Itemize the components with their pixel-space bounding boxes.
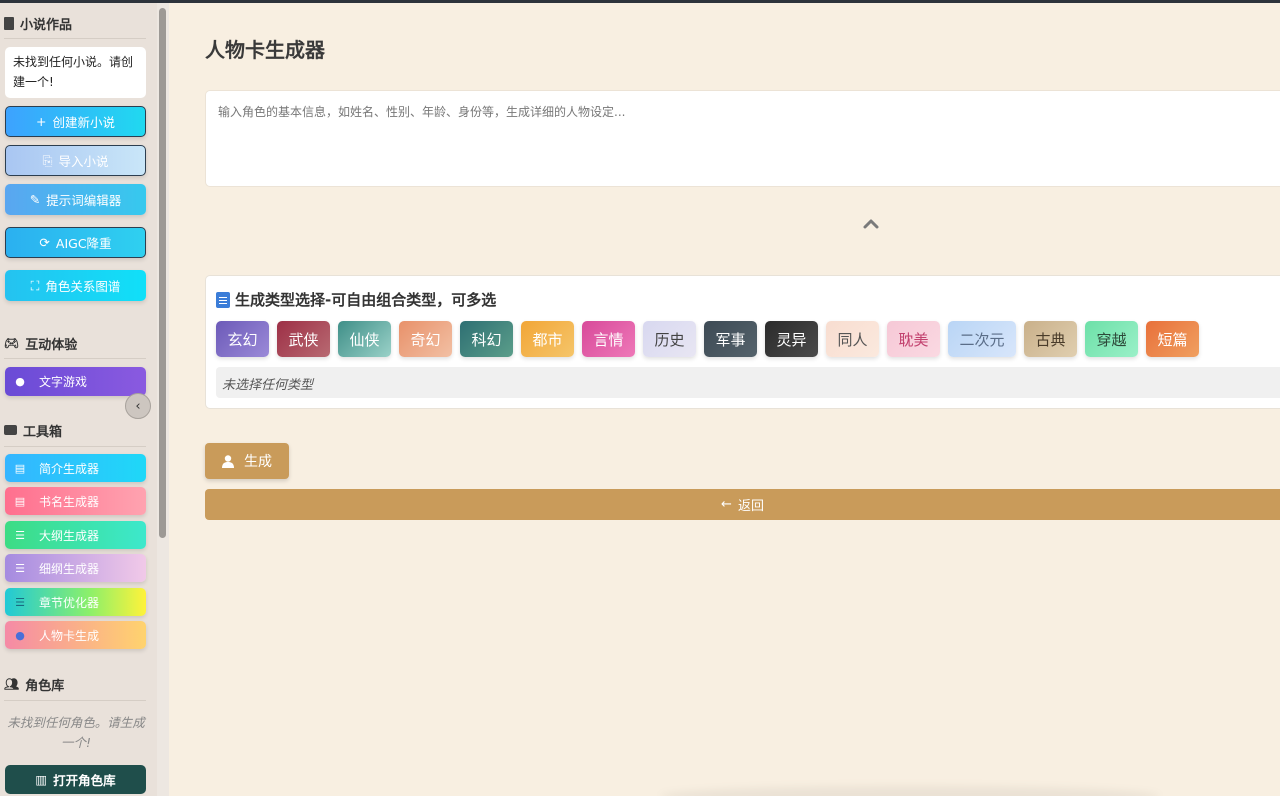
file-import-icon: ⎘ <box>42 152 53 168</box>
users-icon: 👥︎ <box>4 677 20 691</box>
no-novels-notice: 未找到任何小说。请创建一个! <box>5 47 146 98</box>
user-icon <box>222 454 234 468</box>
character-graph-button[interactable]: ⛶ 角色关系图谱 <box>5 270 146 301</box>
open-role-library-button[interactable]: ▥ 打开角色库 <box>5 765 146 794</box>
genre-chip-qihuan[interactable]: 奇幻 <box>399 321 452 357</box>
divider <box>4 358 146 359</box>
plus-icon: + <box>36 114 47 129</box>
aigc-rewrite-button[interactable]: ⟳ AIGC降重 <box>5 227 146 258</box>
genre-chip-lingyi[interactable]: 灵异 <box>765 321 818 357</box>
selected-genres-status: 未选择任何类型 <box>216 367 1280 398</box>
file-icon: ▤ <box>14 461 26 475</box>
file-plus-icon: ▤ <box>14 494 26 508</box>
input-placeholder: 输入角色的基本信息，如姓名、性别、年龄、身份等，生成详细的人物设定... <box>218 105 626 119</box>
chevron-left-icon: ‹ <box>135 398 141 414</box>
generate-button[interactable]: 生成 <box>205 443 289 479</box>
bars-icon: ☰ <box>15 595 25 609</box>
genre-chip-tongren[interactable]: 同人 <box>826 321 879 357</box>
genre-chip-xuanhuan[interactable]: 玄幻 <box>216 321 269 357</box>
edit-icon: ✎ <box>29 192 41 207</box>
gamepad-icon: ● <box>15 375 25 388</box>
tool-outline-generator[interactable]: ☰ 大纲生成器 <box>5 521 146 549</box>
no-roles-notice: 未找到任何角色。请生成一个! <box>7 715 145 750</box>
section-novels: 小说作品 <box>4 12 72 34</box>
genre-chips: 玄幻 武侠 仙侠 奇幻 科幻 都市 言情 历史 军事 灵异 同人 耽美 二次元 … <box>216 321 1199 357</box>
sitemap-icon: ⛶ <box>30 277 40 293</box>
tool-chapter-optimizer[interactable]: ☰ 章节优化器 <box>5 588 146 616</box>
back-button[interactable]: ← 返回 <box>205 489 1280 520</box>
genre-chip-lishi[interactable]: 历史 <box>643 321 696 357</box>
divider <box>4 700 146 701</box>
genre-chip-junshi[interactable]: 军事 <box>704 321 757 357</box>
book-open-icon: ▥ <box>35 772 48 787</box>
genre-chip-yanqing[interactable]: 言情 <box>582 321 635 357</box>
prompt-editor-button[interactable]: ✎ 提示词编辑器 <box>5 184 146 215</box>
list-icon: ☰ <box>15 528 25 542</box>
section-roles: 👥︎ 角色库 <box>4 677 65 694</box>
genre-chip-gudian[interactable]: 古典 <box>1024 321 1077 357</box>
book-icon <box>4 16 14 30</box>
tool-detail-outline-generator[interactable]: ☰ 细纲生成器 <box>5 554 146 582</box>
character-info-input[interactable]: 输入角色的基本信息，如姓名、性别、年龄、身份等，生成详细的人物设定... <box>205 90 1280 187</box>
text-game-button[interactable]: ● 文字游戏 <box>5 367 146 396</box>
user-icon: ● <box>15 628 25 642</box>
create-novel-button[interactable]: + 创建新小说 <box>5 106 146 137</box>
refresh-icon: ⟳ <box>39 235 50 250</box>
toolbox-icon <box>4 425 17 435</box>
bottom-shadow <box>660 786 1160 796</box>
genre-selection-title: 生成类型选择-可自由组合类型，可多选 <box>216 289 496 310</box>
tool-title-generator[interactable]: ▤ 书名生成器 <box>5 487 146 515</box>
divider <box>4 38 146 39</box>
sidebar-collapse-button[interactable]: ‹ <box>125 393 151 419</box>
indent-icon: ☰ <box>15 561 25 575</box>
genre-chip-duanpian[interactable]: 短篇 <box>1146 321 1199 357</box>
sidebar-scrollbar-thumb[interactable] <box>159 8 166 538</box>
document-icon <box>216 291 230 308</box>
section-interactive: 🎮︎ 互动体验 <box>4 336 78 353</box>
genre-chip-chuanyue[interactable]: 穿越 <box>1085 321 1138 357</box>
genre-chip-danmei[interactable]: 耽美 <box>887 321 940 357</box>
chevron-up-icon[interactable] <box>862 215 880 233</box>
window-top-border <box>0 0 1280 3</box>
genre-chip-dushi[interactable]: 都市 <box>521 321 574 357</box>
tool-character-card-generator[interactable]: ● 人物卡生成 <box>5 621 146 649</box>
section-toolbox: 工具箱 <box>4 419 62 441</box>
tool-intro-generator[interactable]: ▤ 简介生成器 <box>5 454 146 482</box>
genre-chip-xianxia[interactable]: 仙侠 <box>338 321 391 357</box>
import-novel-button[interactable]: ⎘ 导入小说 <box>5 145 146 176</box>
arrow-left-icon: ← <box>721 497 732 512</box>
page-title: 人物卡生成器 <box>205 38 325 62</box>
gamepad-icon: 🎮︎ <box>4 336 20 350</box>
divider <box>4 446 146 447</box>
genre-selection-panel: 生成类型选择-可自由组合类型，可多选 玄幻 武侠 仙侠 奇幻 科幻 都市 言情 … <box>205 275 1280 409</box>
genre-chip-kehuan[interactable]: 科幻 <box>460 321 513 357</box>
genre-chip-wuxia[interactable]: 武侠 <box>277 321 330 357</box>
sidebar: 小说作品 未找到任何小说。请创建一个! + 创建新小说 ⎘ 导入小说 ✎ 提示词… <box>0 3 169 796</box>
genre-chip-erciyuan[interactable]: 二次元 <box>948 321 1016 357</box>
